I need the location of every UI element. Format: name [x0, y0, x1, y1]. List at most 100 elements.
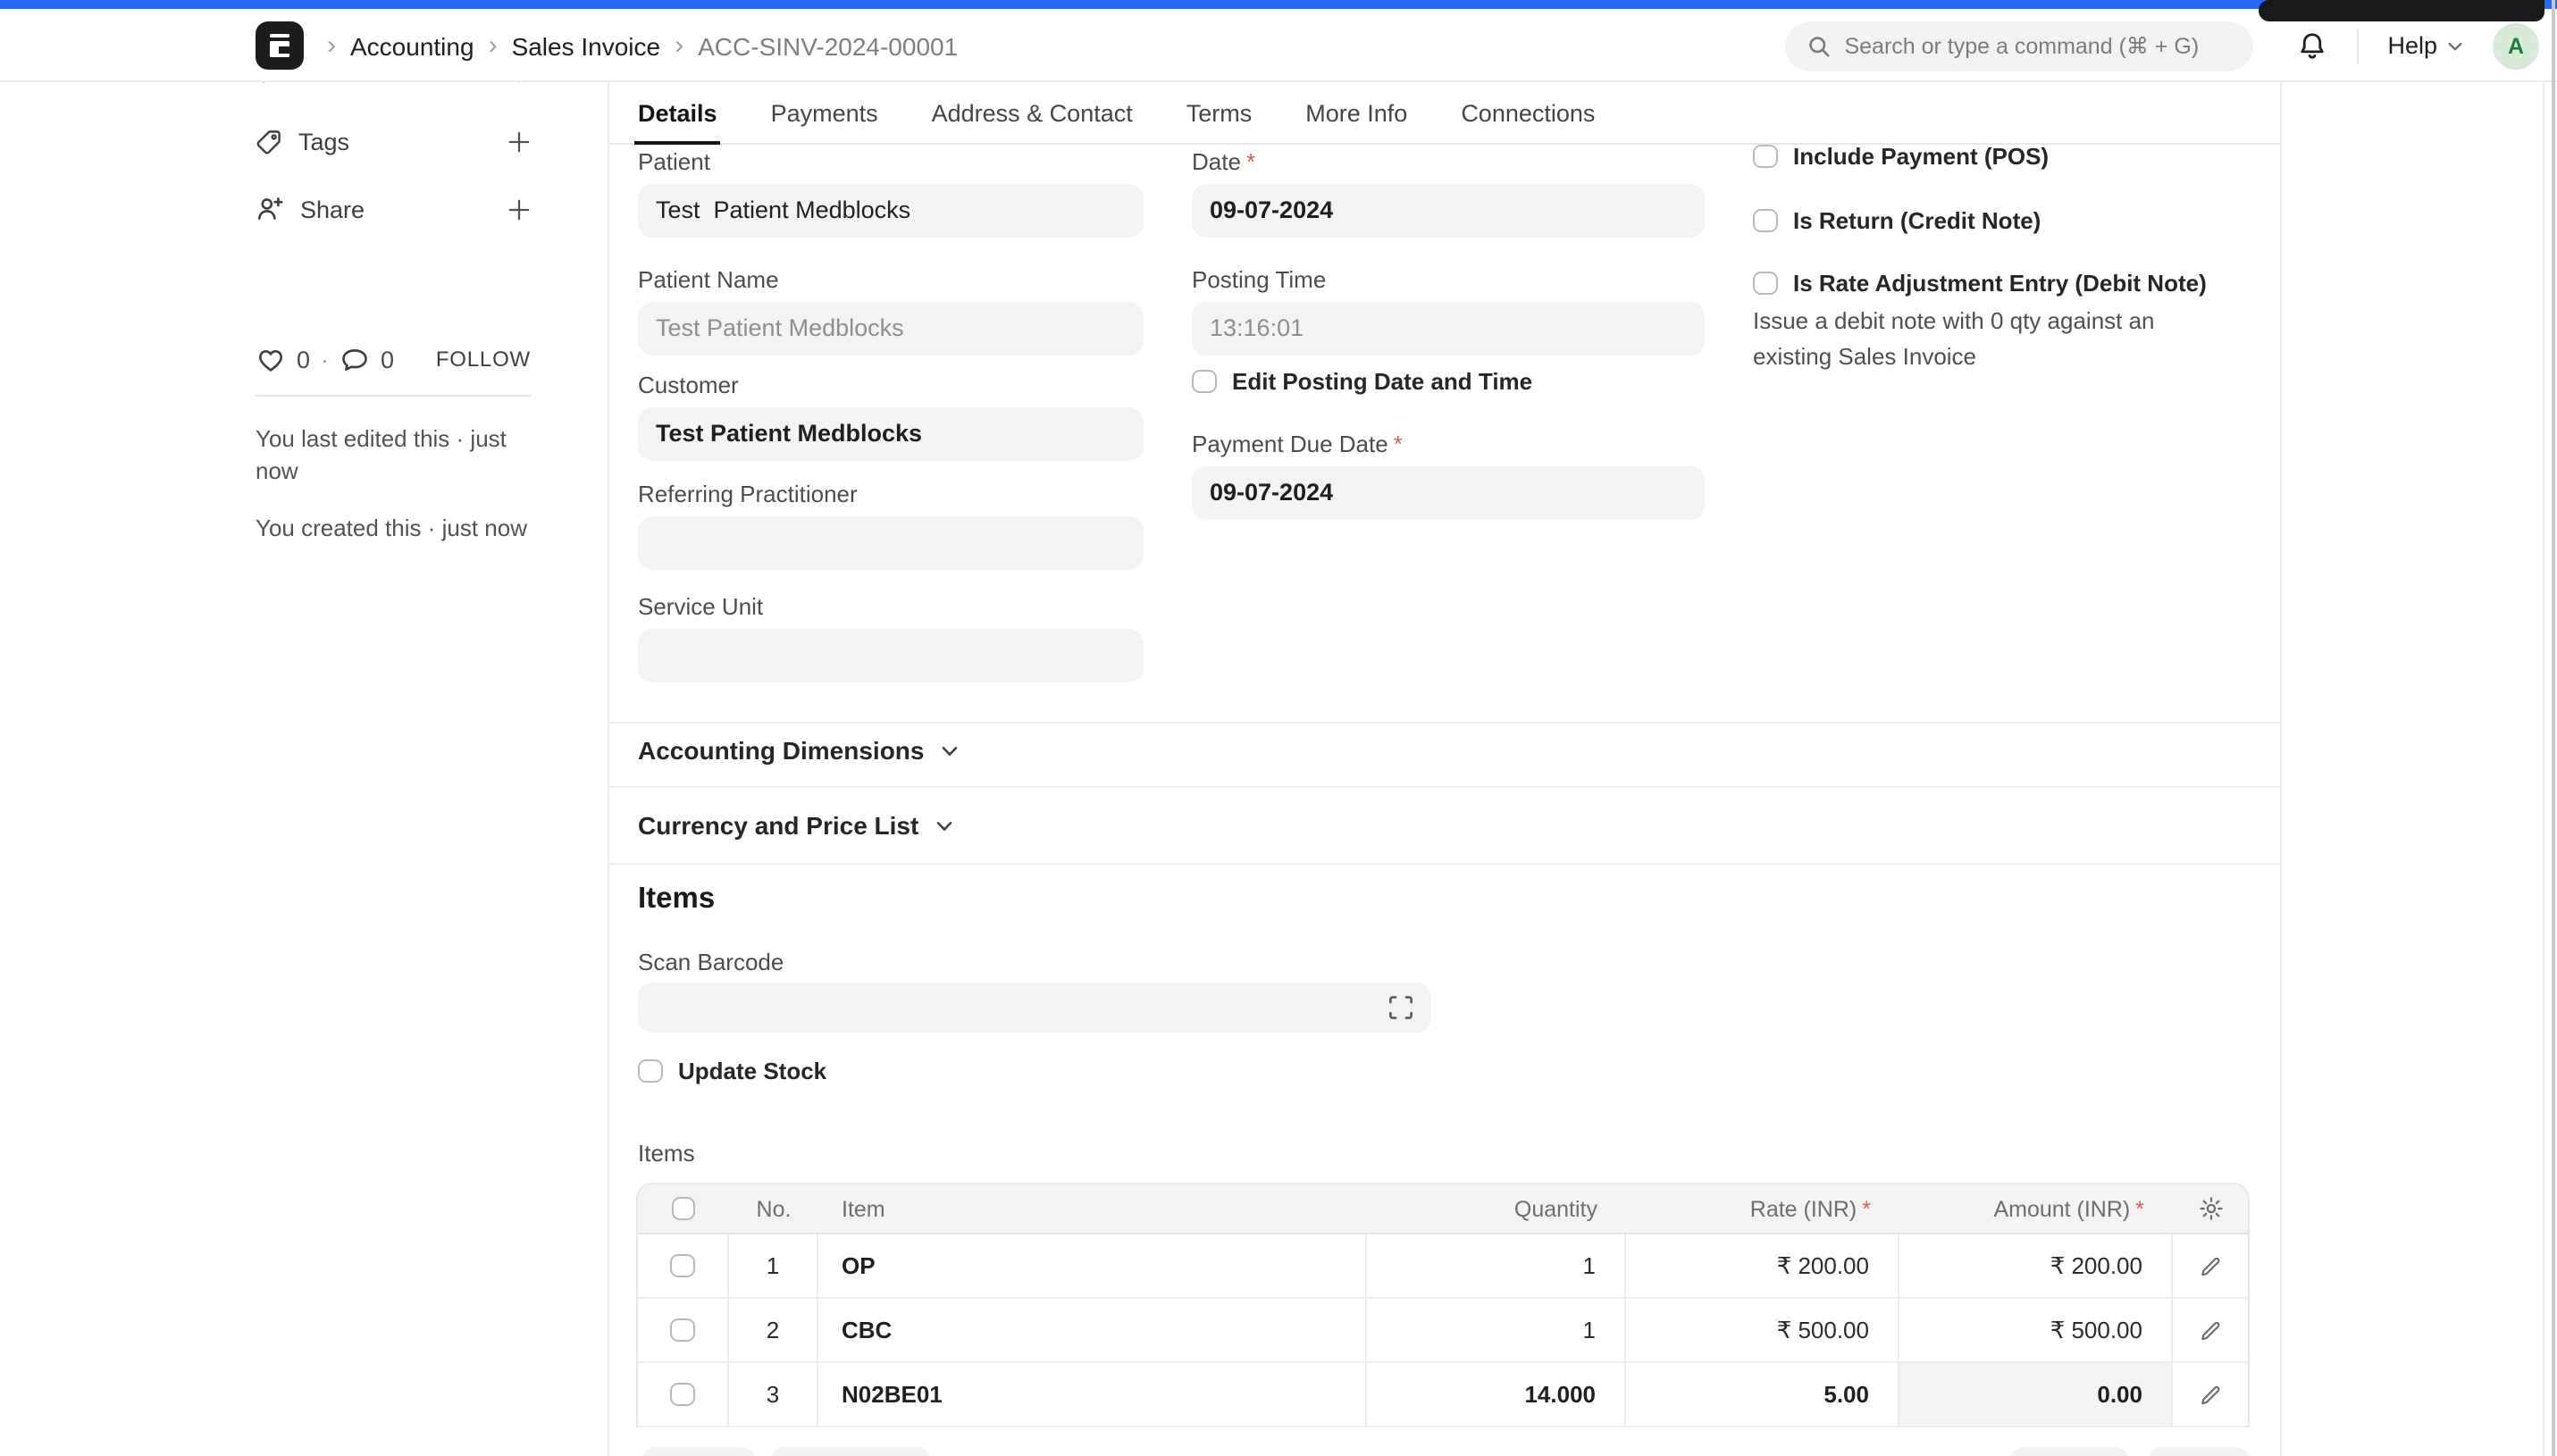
edit-posting-checkbox[interactable]	[1192, 370, 1216, 394]
quantity-cell[interactable]: 14.000	[1367, 1363, 1626, 1426]
select-all-checkbox[interactable]	[672, 1197, 696, 1221]
edit-row-pencil-icon[interactable]	[2173, 1234, 2248, 1297]
follow-button[interactable]: FOLLOW	[436, 347, 531, 372]
grid-upload-button[interactable]	[2148, 1447, 2250, 1456]
tab-connections[interactable]: Connections	[1461, 81, 1595, 144]
quantity-cell[interactable]: 1	[1367, 1234, 1626, 1297]
field-service-unit: Service Unit	[638, 593, 1144, 682]
service-unit-input[interactable]	[638, 629, 1144, 682]
field-date: Date* 09-07-2024	[1192, 148, 1705, 238]
notifications-bell-icon[interactable]	[2296, 29, 2328, 62]
barcode-scan-icon[interactable]	[1387, 993, 1415, 1022]
customer-label: Customer	[638, 372, 1144, 398]
add-tag-icon[interactable]	[507, 130, 531, 153]
tab-terms[interactable]: Terms	[1186, 81, 1253, 144]
tab-more-info[interactable]: More Info	[1305, 81, 1407, 144]
is-rate-adjustment-checkbox-row[interactable]: Is Rate Adjustment Entry (Debit Note)	[1753, 270, 2207, 297]
sidebar-share-label: Share	[300, 196, 365, 222]
grid-add-row-button[interactable]	[641, 1447, 756, 1456]
scrollbar-track[interactable]	[2543, 21, 2544, 1456]
column-header-item[interactable]: Item	[818, 1184, 1367, 1233]
breadcrumb-module[interactable]: Accounting	[350, 31, 474, 60]
sidebar-item-share[interactable]: Share	[256, 193, 531, 225]
row-checkbox[interactable]	[671, 1318, 695, 1343]
update-stock-checkbox-row[interactable]: Update Stock	[638, 1058, 826, 1084]
tab-address-contact[interactable]: Address & Contact	[932, 81, 1133, 144]
is-rate-adjustment-label: Is Rate Adjustment Entry (Debit Note)	[1793, 270, 2207, 297]
posting-time-input[interactable]: 13:16:01	[1192, 302, 1705, 356]
window-right-edge	[2552, 0, 2555, 1456]
chevron-right-icon: ›	[327, 30, 336, 61]
row-number: 2	[729, 1299, 818, 1361]
include-payment-checkbox-row[interactable]: Include Payment (POS)	[1753, 143, 2049, 170]
sidebar-item-tags[interactable]: Tags	[256, 125, 531, 157]
include-payment-checkbox[interactable]	[1753, 145, 1777, 169]
window-top-accent-strip	[0, 0, 2557, 9]
comment-icon[interactable]	[340, 344, 370, 374]
column-header-no[interactable]: No.	[729, 1184, 818, 1233]
row-checkbox[interactable]	[671, 1383, 695, 1407]
section-accounting-dimensions[interactable]: Accounting Dimensions	[638, 736, 960, 765]
table-row: 2 CBC 1 ₹ 500.00 ₹ 500.00	[638, 1299, 2248, 1363]
item-code[interactable]: OP	[842, 1252, 876, 1279]
amount-cell[interactable]: ₹ 200.00	[1899, 1234, 2173, 1297]
patient-input[interactable]: Test Patient Medblocks	[638, 184, 1144, 238]
column-header-amount[interactable]: Amount (INR)*	[1899, 1184, 2173, 1233]
row-checkbox[interactable]	[671, 1254, 695, 1278]
heart-icon[interactable]	[256, 344, 286, 374]
field-referring-practitioner: Referring Practitioner	[638, 481, 1144, 570]
column-header-quantity[interactable]: Quantity	[1367, 1184, 1626, 1233]
add-share-icon[interactable]	[507, 197, 531, 221]
comment-count[interactable]: 0	[381, 346, 394, 372]
rate-cell[interactable]: ₹ 200.00	[1626, 1234, 1899, 1297]
referring-practitioner-label: Referring Practitioner	[638, 481, 1144, 507]
service-unit-label: Service Unit	[638, 593, 1144, 620]
edit-posting-label: Edit Posting Date and Time	[1232, 368, 1532, 395]
item-code[interactable]: CBC	[842, 1317, 892, 1343]
window-corner-bar	[2259, 0, 2544, 21]
edit-row-pencil-icon[interactable]	[2173, 1363, 2248, 1426]
rate-cell[interactable]: ₹ 500.00	[1626, 1299, 1899, 1361]
payment-due-date-input[interactable]: 09-07-2024	[1192, 466, 1705, 520]
help-menu[interactable]: Help	[2387, 32, 2464, 59]
customer-input[interactable]: Test Patient Medblocks	[638, 407, 1144, 461]
rate-cell[interactable]: 5.00	[1626, 1363, 1899, 1426]
breadcrumb-doctype[interactable]: Sales Invoice	[512, 31, 661, 60]
grid-download-button[interactable]	[2010, 1447, 2130, 1456]
breadcrumb: › Accounting › Sales Invoice › ACC-SINV-…	[327, 30, 958, 61]
scan-barcode-input[interactable]	[638, 983, 1431, 1033]
global-search-input[interactable]: Search or type a command (⌘ + G)	[1785, 21, 2253, 71]
created-note: You created this · just now	[256, 513, 531, 545]
tag-icon	[256, 128, 282, 155]
table-row: 3 N02BE01 14.000 5.00 0.00	[638, 1363, 2248, 1427]
amount-cell[interactable]: ₹ 500.00	[1899, 1299, 2173, 1361]
patient-name-input[interactable]: Test Patient Medblocks	[638, 302, 1144, 356]
user-avatar[interactable]: A	[2493, 22, 2539, 69]
chevron-down-icon	[2446, 37, 2464, 54]
is-rate-adjustment-checkbox[interactable]	[1753, 272, 1777, 296]
tab-payments[interactable]: Payments	[771, 81, 878, 144]
items-section-heading: Items	[638, 883, 715, 916]
section-currency-price-list[interactable]: Currency and Price List	[638, 811, 954, 840]
date-label: Date*	[1192, 148, 1705, 175]
date-input[interactable]: 09-07-2024	[1192, 184, 1705, 238]
chevron-down-icon	[940, 741, 960, 760]
sidebar-tags-label: Tags	[298, 128, 349, 155]
referring-practitioner-input[interactable]	[638, 516, 1144, 570]
update-stock-checkbox[interactable]	[638, 1059, 662, 1084]
grid-settings-gear-icon[interactable]	[2173, 1184, 2248, 1233]
like-count[interactable]: 0	[297, 346, 310, 372]
item-code[interactable]: N02BE01	[842, 1381, 943, 1408]
section-divider	[609, 722, 2280, 724]
grid-add-multiple-button[interactable]	[770, 1447, 931, 1456]
quantity-cell[interactable]: 1	[1367, 1299, 1626, 1361]
edit-posting-checkbox-row[interactable]: Edit Posting Date and Time	[1192, 368, 1532, 395]
amount-cell[interactable]: 0.00	[1899, 1363, 2173, 1426]
app-logo[interactable]	[256, 21, 304, 70]
tab-details[interactable]: Details	[638, 81, 717, 144]
patient-label: Patient	[638, 148, 1144, 175]
is-return-checkbox[interactable]	[1753, 209, 1777, 233]
column-header-rate[interactable]: Rate (INR)*	[1626, 1184, 1899, 1233]
is-return-checkbox-row[interactable]: Is Return (Credit Note)	[1753, 207, 2041, 234]
edit-row-pencil-icon[interactable]	[2173, 1299, 2248, 1361]
